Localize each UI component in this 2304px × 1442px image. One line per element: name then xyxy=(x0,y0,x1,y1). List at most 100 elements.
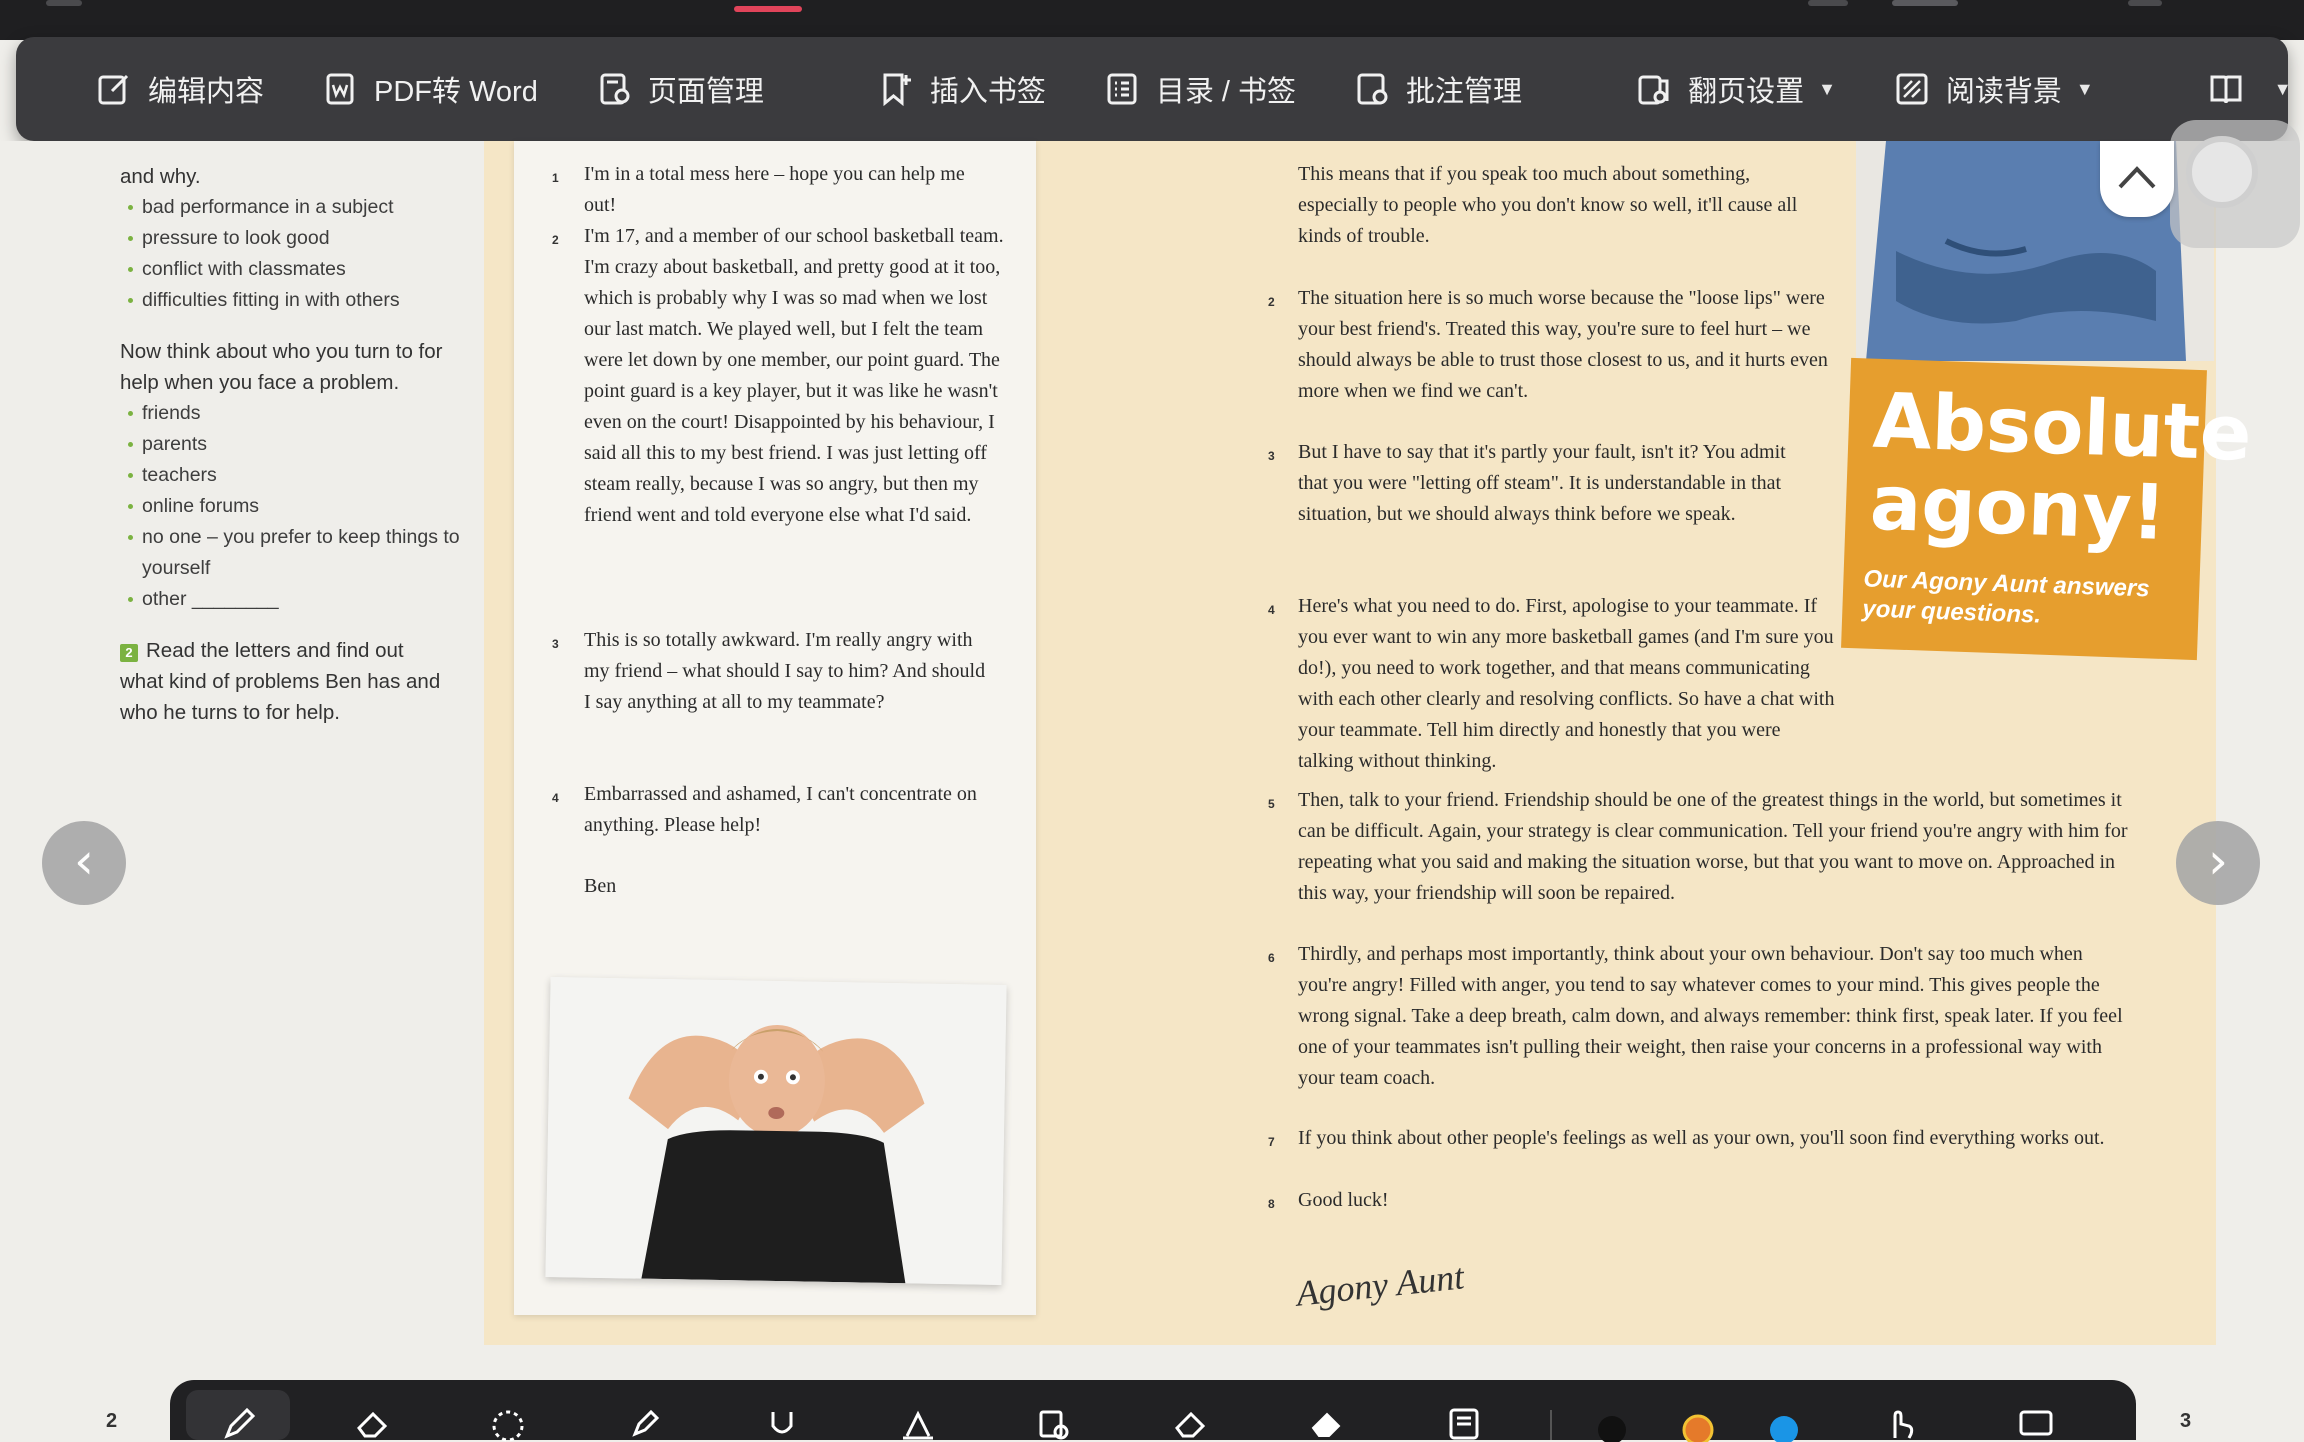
page-turn-icon xyxy=(1638,75,1669,105)
underline-icon xyxy=(771,1412,793,1434)
toc-icon xyxy=(1107,73,1137,105)
letter-paragraph: I'm in a total mess here – hope you can … xyxy=(584,163,965,216)
reply-paragraph: But I have to say that it's partly your … xyxy=(1298,441,1786,525)
chevron-down-icon: ▼ xyxy=(1818,78,1836,99)
color-dot-black xyxy=(1598,1416,1626,1442)
shape-tool[interactable] xyxy=(1026,1404,1082,1440)
insert-bookmark-button[interactable]: 插入书签 xyxy=(878,68,1046,110)
status-indicator xyxy=(2128,0,2162,6)
paragraph-number: 6 xyxy=(1268,951,1275,965)
list-item: teachers xyxy=(120,460,460,491)
paragraph-number: 2 xyxy=(1268,295,1275,309)
toc-bookmark-button[interactable]: 目录 / 书签 xyxy=(1104,68,1296,110)
list-item: conflict with classmates xyxy=(120,254,460,285)
annotation-manage-label: 批注管理 xyxy=(1406,76,1523,108)
paragraph-number: 7 xyxy=(1268,1135,1275,1149)
color-dot-blue xyxy=(1770,1416,1798,1442)
reply-paragraph: This means that if you speak too much ab… xyxy=(1298,163,1798,247)
task-instruction: 2 Read the letters and find out what kind… xyxy=(104,635,444,728)
task-number-badge: 2 xyxy=(120,644,138,662)
text-icon xyxy=(903,1410,933,1440)
edit-content-button[interactable]: 编辑内容 xyxy=(96,68,264,110)
status-indicator xyxy=(46,0,82,6)
reading-background-label: 阅读背景 xyxy=(1945,76,2062,108)
chevron-right-icon: › xyxy=(2208,832,2228,890)
reply-paragraph: Good luck! xyxy=(1298,1189,1389,1211)
eraser-icon xyxy=(357,1411,388,1438)
page-number-left: 2 xyxy=(106,1410,118,1432)
chevron-left-icon: ‹ xyxy=(74,832,94,890)
note-icon xyxy=(1449,1408,1479,1440)
clear-tool[interactable] xyxy=(1298,1404,1354,1440)
question-text: Now think about who you turn to for help… xyxy=(120,340,443,394)
problem-list: bad performance in a subject pressure to… xyxy=(120,192,460,316)
highlighter-icon xyxy=(632,1409,660,1437)
pen-tool[interactable] xyxy=(210,1404,266,1440)
list-item: parents xyxy=(120,429,460,460)
finger-mode-tool[interactable] xyxy=(1872,1404,1928,1440)
reading-mode-button[interactable]: ▼ xyxy=(2208,71,2292,107)
screen-icon xyxy=(2019,1410,2053,1436)
paragraph-number: 8 xyxy=(1268,1197,1275,1211)
reply-paragraph: Then, talk to your friend. Friendship sh… xyxy=(1298,789,2128,904)
annotation-icon xyxy=(1357,73,1388,105)
color-orange-swatch[interactable] xyxy=(1670,1404,1726,1442)
finger-icon xyxy=(1893,1410,1914,1439)
toolbar-divider xyxy=(1550,1410,1552,1440)
color-black-swatch[interactable] xyxy=(1584,1404,1640,1442)
erase-area-icon xyxy=(1175,1411,1206,1438)
bookmark-add-icon xyxy=(883,73,911,107)
status-indicator xyxy=(1892,0,1958,6)
chevron-up-icon xyxy=(2118,166,2156,189)
underline-tool[interactable] xyxy=(754,1404,810,1440)
list-item: other ________ xyxy=(120,584,460,615)
intro-text: and why. xyxy=(120,165,201,188)
lasso-icon xyxy=(492,1410,524,1442)
eraser-tool[interactable] xyxy=(344,1404,400,1440)
next-page-button[interactable]: › xyxy=(2176,821,2260,905)
task-text: Read the letters and find out what kind … xyxy=(120,639,441,724)
stressed-boy-photo xyxy=(545,977,1007,1285)
previous-page-button[interactable]: ‹ xyxy=(42,821,126,905)
paragraph-number: 3 xyxy=(552,637,559,651)
text-tool[interactable] xyxy=(890,1404,946,1440)
exercise-column: and why. bad performance in a subject pr… xyxy=(120,161,460,728)
area-eraser-tool[interactable] xyxy=(1162,1404,1218,1440)
active-tab-indicator xyxy=(734,6,802,12)
note-tool[interactable] xyxy=(1436,1404,1492,1440)
screen-tool[interactable] xyxy=(2008,1404,2064,1440)
reply-paragraph: If you think about other people's feelin… xyxy=(1298,1127,2105,1149)
pdf-to-word-icon xyxy=(326,73,354,105)
paragraph-number: 4 xyxy=(552,791,559,805)
page-manage-label: 页面管理 xyxy=(647,76,764,108)
background-icon xyxy=(1896,73,1928,105)
pdf-to-word-button[interactable]: PDF转 Word xyxy=(322,68,538,110)
page-turn-setting-button[interactable]: 翻页设置 ▼ xyxy=(1636,68,1836,110)
letter-signoff: Ben xyxy=(584,875,617,897)
book-icon xyxy=(2210,75,2242,104)
floating-assistant-button[interactable] xyxy=(2170,120,2300,248)
annotation-toolbar xyxy=(170,1380,2136,1442)
highlighter-tool[interactable] xyxy=(616,1404,672,1440)
reading-background-button[interactable]: 阅读背景 ▼ xyxy=(1894,68,2094,110)
lasso-tool[interactable] xyxy=(480,1404,536,1442)
pen-icon xyxy=(224,1407,256,1439)
annotation-manage-button[interactable]: 批注管理 xyxy=(1354,68,1522,110)
paragraph-number: 4 xyxy=(1268,603,1275,617)
page-manage-button[interactable]: 页面管理 xyxy=(596,68,764,110)
reply-paragraph: The situation here is so much worse beca… xyxy=(1298,287,1828,402)
letter-paragraph: This is so totally awkward. I'm really a… xyxy=(584,629,986,713)
insert-bookmark-label: 插入书签 xyxy=(929,76,1046,108)
list-item: online forums xyxy=(120,491,460,522)
feature-banner: Absolute agony! Our Agony Aunt answers y… xyxy=(1841,357,2253,661)
status-indicator xyxy=(1808,0,1848,6)
color-blue-swatch[interactable] xyxy=(1756,1404,1812,1442)
reply-paragraph-text: Here's what you need to do. First, apolo… xyxy=(1298,595,1835,772)
document-spread: and why. bad performance in a subject pr… xyxy=(0,141,2304,1381)
shape-icon xyxy=(1039,1410,1069,1440)
paragraph-number: 1 xyxy=(552,171,559,185)
paragraph-number: 5 xyxy=(1268,797,1275,811)
system-status-bar xyxy=(0,0,2304,40)
edit-content-label: 编辑内容 xyxy=(148,76,265,108)
collapse-toolbar-button[interactable] xyxy=(2100,141,2174,217)
